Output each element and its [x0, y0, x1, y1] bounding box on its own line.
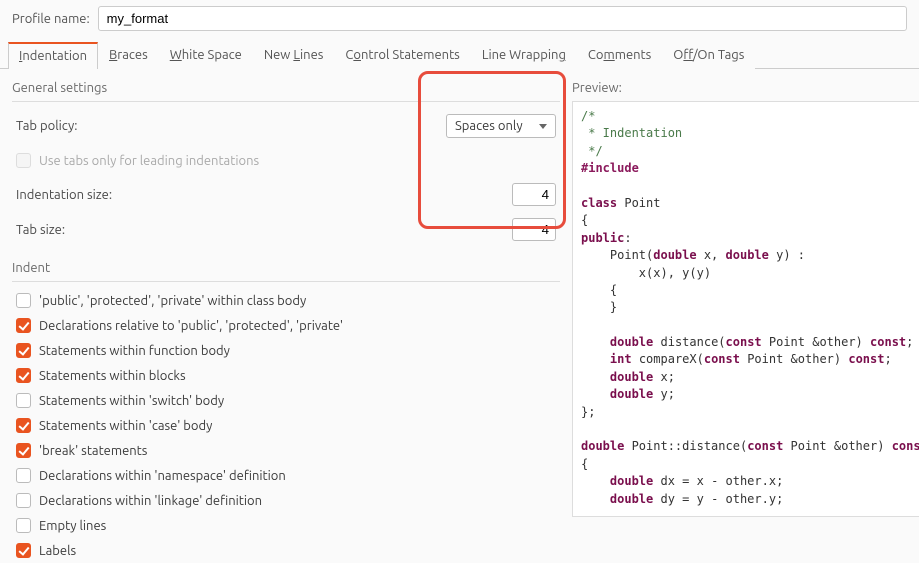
chevron-down-icon	[539, 124, 547, 129]
indent-option-6[interactable]: 'break' statements	[16, 440, 556, 461]
indent-option-0[interactable]: 'public', 'protected', 'private' within …	[16, 290, 556, 311]
tab-3[interactable]: New Lines	[253, 42, 335, 69]
indent-option-3[interactable]: Statements within blocks	[16, 365, 556, 386]
checkbox-icon	[16, 468, 31, 483]
indent-option-4[interactable]: Statements within 'switch' body	[16, 390, 556, 411]
checkbox-icon	[16, 368, 31, 383]
indent-option-label: Declarations within 'namespace' definiti…	[39, 469, 286, 483]
preview-code: /* * Indentation */ #include class Point…	[572, 101, 919, 517]
checkbox-icon	[16, 493, 31, 508]
tab-policy-select[interactable]: Spaces only	[446, 114, 556, 138]
tab-5[interactable]: Line Wrapping	[471, 42, 577, 69]
indent-option-10[interactable]: Labels	[16, 540, 556, 561]
indent-option-2[interactable]: Statements within function body	[16, 340, 556, 361]
tab-7[interactable]: Off/On Tags	[662, 42, 755, 69]
use-tabs-leading-checkbox: Use tabs only for leading indentations	[16, 150, 259, 171]
checkbox-icon	[16, 543, 31, 558]
indent-option-label: 'public', 'protected', 'private' within …	[39, 294, 306, 308]
indent-option-7[interactable]: Declarations within 'namespace' definiti…	[16, 465, 556, 486]
profile-name-input[interactable]	[98, 6, 907, 31]
use-tabs-leading-label: Use tabs only for leading indentations	[39, 154, 259, 168]
tab-4[interactable]: Control Statements	[334, 42, 470, 69]
indent-option-1[interactable]: Declarations relative to 'public', 'prot…	[16, 315, 556, 336]
tab-1[interactable]: Braces	[98, 42, 159, 69]
tab-0[interactable]: Indentation	[8, 42, 98, 69]
indent-size-input[interactable]	[512, 183, 556, 206]
checkbox-icon	[16, 418, 31, 433]
indent-option-label: Declarations relative to 'public', 'prot…	[39, 319, 343, 333]
indent-option-5[interactable]: Statements within 'case' body	[16, 415, 556, 436]
indent-option-label: Statements within 'case' body	[39, 419, 212, 433]
tabs-bar: IndentationBracesWhite SpaceNew LinesCon…	[0, 41, 919, 69]
general-settings-title: General settings	[12, 77, 560, 102]
tab-policy-label: Tab policy:	[16, 119, 77, 133]
checkbox-icon	[16, 443, 31, 458]
indent-option-8[interactable]: Declarations within 'linkage' definition	[16, 490, 556, 511]
indent-option-9[interactable]: Empty lines	[16, 515, 556, 536]
tab-2[interactable]: White Space	[159, 42, 253, 69]
indent-option-label: Statements within blocks	[39, 369, 186, 383]
indent-size-label: Indentation size:	[16, 188, 112, 202]
indent-section: Indent 'public', 'protected', 'private' …	[12, 257, 560, 563]
indent-option-label: 'break' statements	[39, 444, 147, 458]
preview-label: Preview:	[572, 77, 919, 101]
tab-6[interactable]: Comments	[577, 42, 662, 69]
checkbox-icon	[16, 518, 31, 533]
checkbox-icon	[16, 343, 31, 358]
indent-option-label: Statements within function body	[39, 344, 230, 358]
tab-size-input[interactable]	[512, 218, 556, 241]
checkbox-icon	[16, 318, 31, 333]
indent-title: Indent	[12, 257, 560, 282]
indent-option-label: Empty lines	[39, 519, 106, 533]
checkbox-icon	[16, 293, 31, 308]
checkbox-icon	[16, 393, 31, 408]
indent-option-label: Statements within 'switch' body	[39, 394, 224, 408]
general-settings-section: General settings Tab policy: Spaces only…	[12, 77, 560, 247]
tab-size-label: Tab size:	[16, 223, 65, 237]
tab-policy-value: Spaces only	[455, 119, 523, 133]
indent-option-label: Declarations within 'linkage' definition	[39, 494, 262, 508]
checkbox-icon	[16, 153, 31, 168]
indent-option-label: Labels	[39, 544, 76, 558]
profile-name-label: Profile name:	[12, 12, 90, 26]
